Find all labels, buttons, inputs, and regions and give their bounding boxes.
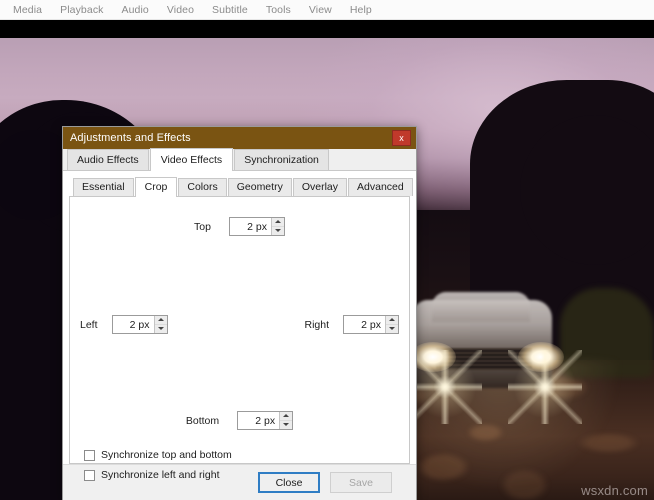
crop-top-spinner[interactable]: 2 px bbox=[228, 217, 285, 236]
crop-left-value[interactable]: 2 px bbox=[113, 316, 154, 333]
headlight-flare-right bbox=[508, 350, 582, 424]
crop-bottom-label: Bottom bbox=[185, 414, 220, 427]
tab-geometry[interactable]: Geometry bbox=[227, 178, 292, 196]
crop-top-row: Top 2 px bbox=[70, 217, 409, 236]
tab-advanced[interactable]: Advanced bbox=[348, 178, 413, 196]
crop-right-label: Right bbox=[304, 318, 329, 331]
dialog-title: Adjustments and Effects bbox=[70, 132, 191, 144]
dialog-titlebar[interactable]: Adjustments and Effects x bbox=[63, 127, 416, 149]
close-icon[interactable]: x bbox=[392, 130, 411, 146]
crop-top-label: Top bbox=[194, 220, 211, 233]
crop-right-decrement-icon[interactable] bbox=[386, 325, 398, 334]
crop-left-label: Left bbox=[80, 318, 98, 331]
inner-tab-strip: Essential Crop Colors Geometry Overlay A… bbox=[69, 177, 413, 197]
crop-right-spin-buttons[interactable] bbox=[385, 316, 398, 333]
save-button: Save bbox=[330, 472, 392, 493]
menu-item-tools[interactable]: Tools bbox=[257, 2, 300, 18]
crop-right-group: Right 2 px bbox=[304, 315, 399, 334]
crop-top-spin-buttons[interactable] bbox=[270, 218, 284, 236]
close-button[interactable]: Close bbox=[258, 472, 320, 493]
crop-bottom-spin-buttons[interactable] bbox=[279, 412, 293, 430]
menu-bar: Media Playback Audio Video Subtitle Tool… bbox=[0, 0, 654, 20]
car-roof bbox=[432, 292, 530, 322]
crop-bottom-increment-icon[interactable] bbox=[280, 412, 293, 421]
tab-audio-effects[interactable]: Audio Effects bbox=[67, 149, 149, 170]
menu-item-audio[interactable]: Audio bbox=[113, 2, 158, 18]
crop-bottom-spinner[interactable]: 2 px bbox=[237, 411, 294, 430]
crop-left-increment-icon[interactable] bbox=[154, 316, 167, 325]
sync-top-bottom-row[interactable]: Synchronize top and bottom bbox=[84, 449, 232, 461]
crop-bottom-row: Bottom 2 px bbox=[70, 411, 409, 430]
crop-top-decrement-icon[interactable] bbox=[272, 227, 284, 236]
tab-crop[interactable]: Crop bbox=[134, 177, 178, 197]
crop-left-spin-buttons[interactable] bbox=[153, 316, 167, 334]
headlight-flare-left bbox=[408, 350, 482, 424]
sync-left-right-label: Synchronize left and right bbox=[101, 469, 220, 481]
crop-left-decrement-icon[interactable] bbox=[155, 325, 167, 334]
sync-left-right-checkbox[interactable] bbox=[84, 469, 95, 481]
watermark: wsxdn.com bbox=[581, 483, 648, 498]
video-effects-pane: Essential Crop Colors Geometry Overlay A… bbox=[63, 171, 416, 481]
crop-bottom-value[interactable]: 2 px bbox=[238, 412, 279, 429]
outer-tab-strip: Audio Effects Video Effects Synchronizat… bbox=[63, 148, 416, 171]
sync-top-bottom-label: Synchronize top and bottom bbox=[101, 449, 232, 461]
tab-synchronization[interactable]: Synchronization bbox=[234, 149, 329, 170]
crop-top-increment-icon[interactable] bbox=[271, 218, 284, 227]
menu-item-subtitle[interactable]: Subtitle bbox=[203, 2, 257, 18]
crop-left-spinner[interactable]: 2 px bbox=[111, 315, 168, 334]
menu-item-video[interactable]: Video bbox=[158, 2, 203, 18]
tab-essential[interactable]: Essential bbox=[73, 178, 134, 196]
sync-top-bottom-checkbox[interactable] bbox=[84, 449, 95, 461]
crop-panel: Top 2 px Left 2 px Right 2 px Bottom 2 p… bbox=[69, 197, 410, 481]
crop-right-increment-icon[interactable] bbox=[386, 316, 398, 325]
crop-left-right-row: Left 2 px Right 2 px bbox=[80, 315, 399, 334]
menu-item-help[interactable]: Help bbox=[341, 2, 381, 18]
tab-overlay[interactable]: Overlay bbox=[292, 178, 348, 196]
crop-bottom-decrement-icon[interactable] bbox=[280, 421, 292, 430]
crop-top-value[interactable]: 2 px bbox=[230, 218, 271, 235]
tab-video-effects[interactable]: Video Effects bbox=[149, 148, 234, 171]
sync-left-right-row[interactable]: Synchronize left and right bbox=[84, 469, 219, 481]
crop-left-group: Left 2 px bbox=[80, 315, 168, 334]
adjustments-and-effects-dialog: Adjustments and Effects x Audio Effects … bbox=[62, 126, 417, 500]
screen: Media Playback Audio Video Subtitle Tool… bbox=[0, 0, 654, 500]
menu-item-view[interactable]: View bbox=[300, 2, 341, 18]
crop-right-value[interactable]: 2 px bbox=[344, 316, 385, 333]
crop-right-spinner[interactable]: 2 px bbox=[343, 315, 399, 334]
tab-colors[interactable]: Colors bbox=[178, 178, 227, 196]
letterbox-bar bbox=[0, 20, 654, 38]
menu-item-media[interactable]: Media bbox=[4, 2, 51, 18]
menu-item-playback[interactable]: Playback bbox=[51, 2, 112, 18]
